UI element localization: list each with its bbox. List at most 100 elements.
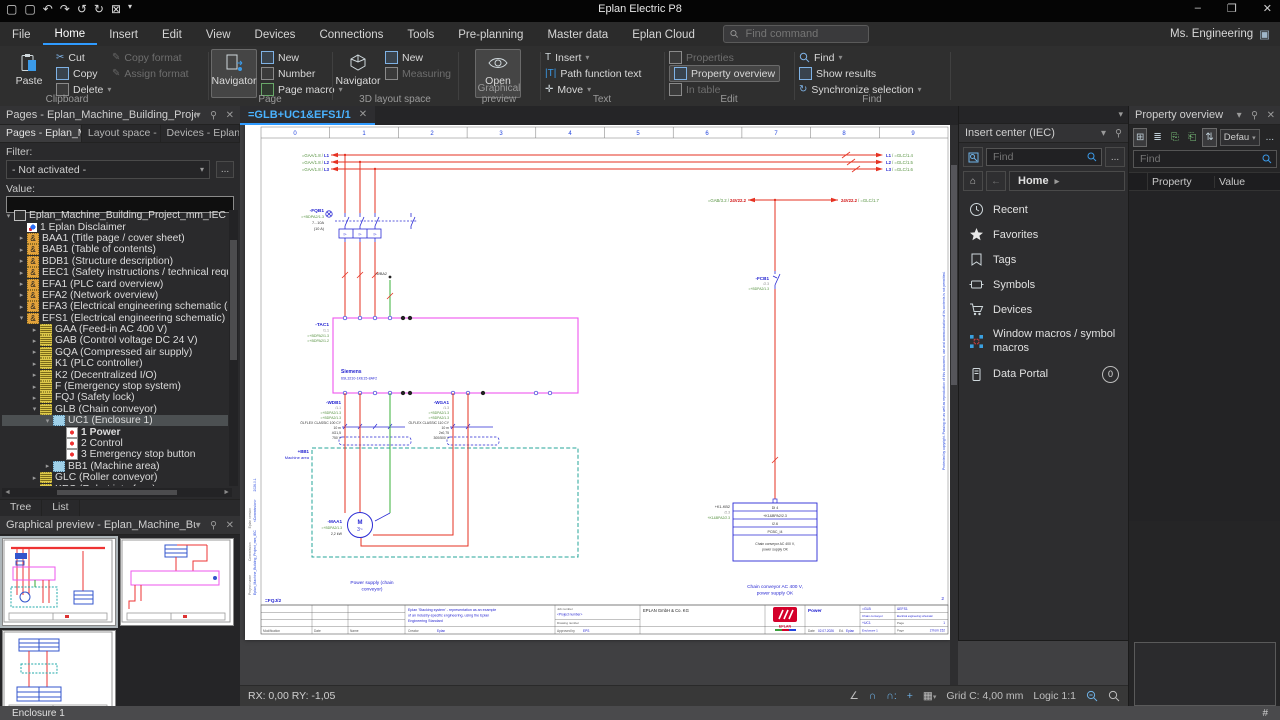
page-number-button[interactable]: Number bbox=[261, 66, 315, 81]
tree-item-15[interactable]: ▸F (Emergency stop system) bbox=[2, 381, 228, 392]
preview-thumbnail-3[interactable] bbox=[2, 630, 116, 718]
insert-center-search[interactable] bbox=[986, 148, 1102, 166]
drive-tac1[interactable]: -TAC1 /1.1 =+BDPA2/1.3 =+BDPA2/1.2 Sieme… bbox=[307, 316, 578, 395]
tab-list[interactable]: List bbox=[42, 500, 79, 516]
page-tree[interactable]: ▾Eplan_Machine_Building_Project_mm_IEC1 … bbox=[2, 210, 228, 486]
tab-edit[interactable]: Edit bbox=[150, 25, 194, 44]
minimize-button[interactable]: – bbox=[1195, 2, 1201, 15]
tree-item-1[interactable]: 1 Eplan Disclaimer bbox=[2, 221, 228, 232]
pin-icon[interactable] bbox=[209, 110, 218, 120]
insert-item-tags[interactable]: Tags bbox=[959, 247, 1129, 272]
expand-icon[interactable]: ▸ bbox=[30, 394, 39, 402]
paste-properties-button[interactable]: ⎗ bbox=[1185, 128, 1199, 147]
insert-item-symbols[interactable]: Symbols bbox=[959, 272, 1129, 297]
home-icon[interactable]: ⌂ bbox=[963, 171, 983, 191]
tree-item-7[interactable]: ▸&EFA2 (Network overview) bbox=[2, 290, 228, 301]
property-scheme-dropdown[interactable]: Defau▾ bbox=[1220, 129, 1260, 146]
preview-dropdown-icon[interactable]: ▾ bbox=[196, 520, 201, 531]
expand-icon[interactable]: ▸ bbox=[30, 474, 39, 482]
property-table-body[interactable] bbox=[1129, 191, 1280, 521]
tree-item-21[interactable]: 3 Emergency stop button bbox=[2, 449, 228, 460]
expand-icon[interactable]: ▸ bbox=[30, 360, 39, 368]
crosshair-icon[interactable]: + bbox=[907, 690, 913, 702]
plc-input-kb2[interactable]: DI 4 +K1&BPA2/2.3 I2.6 PCBC_I4 Chain con… bbox=[708, 503, 817, 561]
tab-pre-planning[interactable]: Pre-planning bbox=[446, 25, 535, 44]
tree-view-button[interactable]: ⊞ bbox=[1133, 128, 1147, 147]
expand-icon[interactable]: ▸ bbox=[43, 462, 52, 470]
page-navigator-button[interactable]: Navigator bbox=[211, 49, 257, 98]
tab-tools[interactable]: Tools bbox=[395, 25, 446, 44]
expand-icon[interactable]: ▸ bbox=[30, 348, 39, 356]
paste-button[interactable]: Paste bbox=[6, 49, 52, 98]
insert-item-favorites[interactable]: Favorites bbox=[959, 222, 1129, 247]
insert-dropdown-icon[interactable]: ▾ bbox=[1101, 128, 1106, 139]
tab-connections[interactable]: Connections bbox=[307, 25, 395, 44]
tab-devices-tree[interactable]: Devices - Eplan_M... bbox=[161, 125, 240, 142]
tree-item-5[interactable]: ▸&EEC1 (Safety instructions / technical … bbox=[2, 267, 228, 278]
tree-item-3[interactable]: ▸&BAB1 (Table of contents) bbox=[2, 244, 228, 255]
property-column-header[interactable]: Property bbox=[1148, 176, 1215, 188]
preview-thumbnail-2[interactable] bbox=[120, 538, 234, 626]
property-table-header[interactable]: Property Value bbox=[1129, 172, 1280, 191]
copy-button[interactable]: Copy bbox=[56, 66, 98, 81]
tree-item-12[interactable]: ▸GQA (Compressed air supply) bbox=[2, 347, 228, 358]
tab-layout-space[interactable]: Layout space - Epl... bbox=[82, 125, 161, 142]
expand-icon[interactable]: ▾ bbox=[4, 212, 13, 220]
tab-view[interactable]: View bbox=[194, 25, 243, 44]
close-button[interactable]: ✕ bbox=[1263, 2, 1272, 15]
maximize-button[interactable]: ❐ bbox=[1227, 2, 1237, 15]
show-results-button[interactable]: Show results bbox=[799, 66, 876, 81]
search-list-icon[interactable] bbox=[963, 147, 983, 167]
preview-panel-header[interactable]: Graphical preview - Eplan_Machine_Buildi… bbox=[0, 516, 240, 535]
tree-item-24[interactable]: ▸KEC (Robot interface) bbox=[2, 483, 228, 486]
canvas-vertical-scrollbar[interactable] bbox=[950, 125, 958, 691]
zoom-in-icon[interactable] bbox=[1108, 690, 1120, 702]
tree-item-17[interactable]: ▾GLB (Chain conveyor) bbox=[2, 404, 228, 415]
list-view-button[interactable]: ≣ bbox=[1150, 128, 1164, 147]
property-panel-header[interactable]: Property overview ▾ ✕ bbox=[1129, 106, 1280, 125]
filter-dropdown[interactable]: - Not activated -▾ bbox=[6, 160, 210, 179]
tree-item-6[interactable]: ▸&EFA1 (PLC card overview) bbox=[2, 278, 228, 289]
copy-properties-button[interactable]: ⎘ bbox=[1168, 128, 1182, 147]
tree-item-16[interactable]: ▸FQJ (Safety lock) bbox=[2, 392, 228, 403]
tab-file[interactable]: File bbox=[0, 25, 43, 44]
cable-wga1[interactable]: -WGA1 /1.3 =+BDPA2/1.3 =+BDPA2/1.3 ÖLFLE… bbox=[409, 400, 499, 445]
angle-snap-icon[interactable]: ∠ bbox=[849, 690, 858, 702]
tree-item-23[interactable]: ▸GLC (Roller conveyor) bbox=[2, 472, 228, 483]
breadcrumb[interactable]: Home▸ bbox=[1009, 171, 1125, 191]
tree-horizontal-scrollbar[interactable]: ◄► bbox=[2, 488, 232, 497]
zoom-out-icon[interactable] bbox=[1086, 690, 1098, 702]
page-new-button[interactable]: New bbox=[261, 50, 299, 65]
editor-tab[interactable]: =GLB+UC1&EFS1/1✕ bbox=[240, 106, 375, 125]
insert-search-input[interactable] bbox=[991, 150, 1087, 164]
schematic-page[interactable]: 0123456789 Project nameCommissionEplan v… bbox=[245, 125, 951, 640]
expand-icon[interactable]: ▸ bbox=[17, 246, 26, 254]
grid-toggle-glyph[interactable]: # bbox=[1262, 708, 1268, 719]
tree-item-8[interactable]: ▸&EFA3 (Electrical engineering schematic… bbox=[2, 301, 228, 312]
sort-button[interactable]: ⇅ bbox=[1202, 128, 1216, 147]
pin-icon[interactable] bbox=[1250, 110, 1259, 120]
find-button[interactable]: Find▾ bbox=[799, 50, 842, 65]
tab-eplan-cloud[interactable]: Eplan Cloud bbox=[620, 25, 707, 44]
expand-icon[interactable]: ▸ bbox=[17, 280, 26, 288]
filter-more-button[interactable]: ... bbox=[216, 161, 234, 178]
tree-item-10[interactable]: ▸GAA (Feed-in AC 400 V) bbox=[2, 324, 228, 335]
find-command-input[interactable] bbox=[744, 27, 862, 41]
insert-more-button[interactable]: ... bbox=[1105, 147, 1125, 167]
find-command-box[interactable] bbox=[723, 25, 869, 43]
tab-home[interactable]: Home bbox=[43, 24, 98, 45]
preview-thumbnail-1[interactable] bbox=[2, 538, 116, 626]
tab-master-data[interactable]: Master data bbox=[535, 25, 620, 44]
tree-item-20[interactable]: 2 Control bbox=[2, 438, 228, 449]
expand-icon[interactable]: ▸ bbox=[17, 291, 26, 299]
user-workspace-icon[interactable]: ▣ bbox=[1259, 27, 1270, 41]
tree-item-14[interactable]: ▸K2 (Decentralized I/O) bbox=[2, 369, 228, 380]
expand-icon[interactable]: ▸ bbox=[30, 337, 39, 345]
expand-icon[interactable]: ▸ bbox=[30, 383, 39, 391]
pages-panel-header[interactable]: Pages - Eplan_Machine_Building_Project_m… bbox=[0, 106, 240, 125]
layout-new-button[interactable]: New bbox=[385, 50, 423, 65]
property-search-input[interactable] bbox=[1138, 152, 1262, 166]
expand-icon[interactable]: ▾ bbox=[43, 417, 52, 425]
property-dropdown-icon[interactable]: ▾ bbox=[1237, 110, 1242, 121]
pages-dropdown-icon[interactable]: ▾ bbox=[196, 110, 201, 121]
